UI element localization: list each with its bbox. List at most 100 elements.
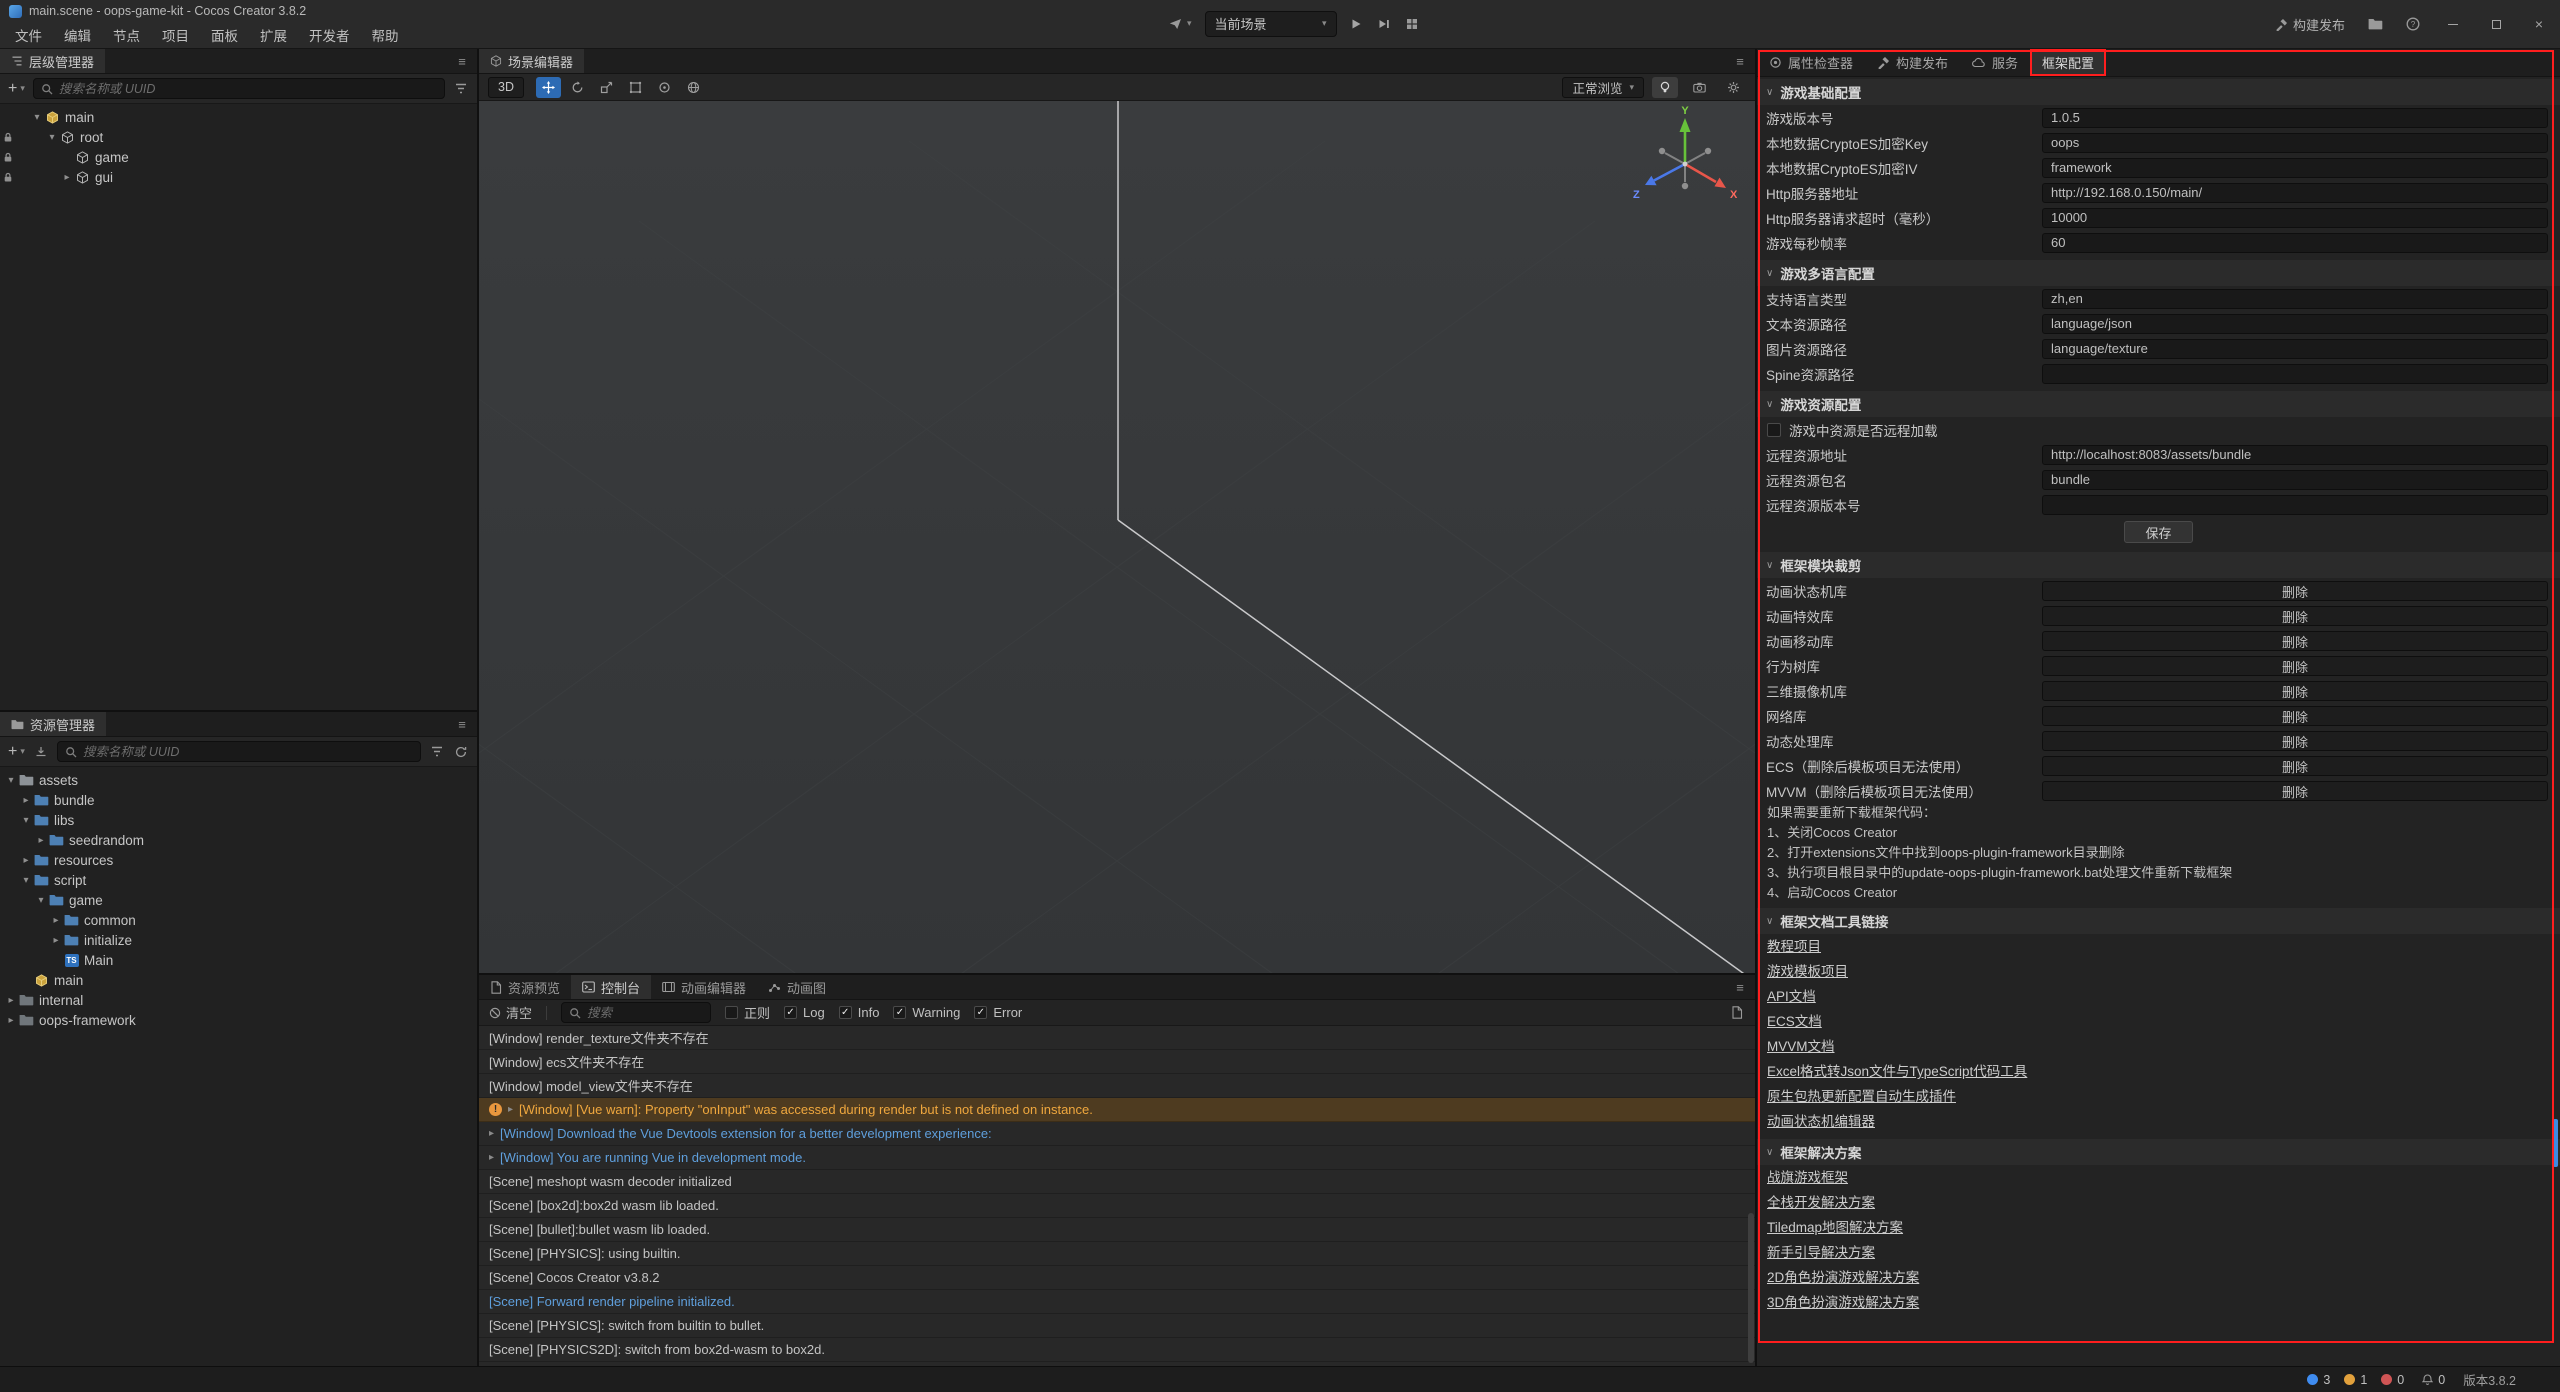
- hierarchy-searchbox[interactable]: [33, 78, 445, 99]
- section-header[interactable]: ∨框架模块裁剪: [1757, 552, 2560, 578]
- notification-bell[interactable]: 0: [2422, 1373, 2445, 1387]
- console-log-row[interactable]: [Scene] Cocos Creator v3.8.2: [479, 1266, 1755, 1290]
- chevron-right-icon[interactable]: ▸: [19, 795, 33, 806]
- console-log-row[interactable]: [Scene] [PHYSICS]: switch from builtin t…: [479, 1314, 1755, 1338]
- chevron-right-icon[interactable]: ▸: [19, 855, 33, 866]
- tab-animation-graph[interactable]: 动画图: [757, 975, 837, 999]
- console-log-row[interactable]: [Scene] meshopt wasm decoder initialized: [479, 1170, 1755, 1194]
- delete-button[interactable]: 删除: [2042, 731, 2548, 751]
- expand-arrow-icon[interactable]: ▸: [508, 1104, 513, 1115]
- inspector-scrollbar[interactable]: [2553, 1119, 2558, 1167]
- asset-node-script[interactable]: ▾script: [0, 870, 477, 890]
- scene-camera-button[interactable]: [1686, 77, 1712, 98]
- chevron-down-icon[interactable]: ▾: [19, 815, 33, 826]
- scale-tool-button[interactable]: [594, 77, 619, 98]
- chevron-down-icon[interactable]: ▾: [45, 132, 59, 143]
- console-log-row[interactable]: [Window] model_view文件夹不存在: [479, 1074, 1755, 1098]
- asset-node-assets[interactable]: ▾assets: [0, 770, 477, 790]
- section-header[interactable]: ∨框架文档工具链接: [1757, 908, 2560, 934]
- scene-selector-dropdown[interactable]: 当前场景 ▾: [1205, 11, 1337, 37]
- doc-link[interactable]: ECS文档: [1767, 1009, 1822, 1034]
- pivot-tool-button[interactable]: [652, 77, 677, 98]
- minimize-button[interactable]: [2440, 13, 2466, 35]
- section-header[interactable]: ∨框架解决方案: [1757, 1139, 2560, 1165]
- asset-node-seedrandom[interactable]: ▸seedrandom: [0, 830, 477, 850]
- chevron-right-icon[interactable]: ▸: [49, 935, 63, 946]
- console-log-row[interactable]: ▸[Window] Download the Vue Devtools exte…: [479, 1122, 1755, 1146]
- menu-project[interactable]: 项目: [151, 22, 200, 48]
- hierarchy-node-game[interactable]: game: [0, 147, 477, 167]
- console-log-row[interactable]: [Scene] [box2d]:box2d wasm lib loaded.: [479, 1194, 1755, 1218]
- asset-node-libs[interactable]: ▾libs: [0, 810, 477, 830]
- status-counter-0[interactable]: 3: [2307, 1373, 2330, 1387]
- chevron-down-icon[interactable]: ▾: [19, 875, 33, 886]
- layout-button[interactable]: [1403, 18, 1421, 30]
- doc-link[interactable]: 新手引导解决方案: [1767, 1240, 1875, 1265]
- delete-button[interactable]: 删除: [2042, 781, 2548, 801]
- hierarchy-node-root[interactable]: ▾root: [0, 127, 477, 147]
- chevron-right-icon[interactable]: ▸: [60, 172, 74, 183]
- hierarchy-filter-icon[interactable]: [453, 83, 469, 94]
- tab-animation-editor[interactable]: 动画编辑器: [651, 975, 757, 999]
- asset-node-common[interactable]: ▸common: [0, 910, 477, 930]
- open-project-folder-button[interactable]: [2365, 18, 2386, 30]
- field-input[interactable]: [2042, 339, 2548, 359]
- console-log-row[interactable]: [Scene] [bullet]:bullet wasm lib loaded.: [479, 1218, 1755, 1242]
- chevron-right-icon[interactable]: ▸: [4, 1015, 18, 1026]
- import-asset-icon[interactable]: [33, 746, 49, 758]
- doc-link[interactable]: 原生包热更新配置自动生成插件: [1767, 1084, 1956, 1109]
- doc-link[interactable]: 教程项目: [1767, 934, 1821, 959]
- status-counter-2[interactable]: 0: [2381, 1373, 2404, 1387]
- create-node-button[interactable]: +▾: [8, 80, 25, 98]
- delete-button[interactable]: 删除: [2042, 681, 2548, 701]
- filter-error[interactable]: ✓Error: [974, 1005, 1022, 1020]
- asset-node-main[interactable]: main: [0, 970, 477, 990]
- delete-button[interactable]: 删除: [2042, 606, 2548, 626]
- menu-edit[interactable]: 编辑: [53, 22, 102, 48]
- asset-node-internal[interactable]: ▸internal: [0, 990, 477, 1010]
- doc-link[interactable]: 战旗游戏框架: [1767, 1165, 1848, 1190]
- console-scrollbar[interactable]: [1748, 1213, 1754, 1363]
- field-input[interactable]: [2042, 495, 2548, 515]
- regex-checkbox[interactable]: 正则: [725, 1003, 770, 1022]
- chevron-right-icon[interactable]: ▸: [34, 835, 48, 846]
- lock-icon[interactable]: [3, 132, 16, 143]
- menu-extension[interactable]: 扩展: [249, 22, 298, 48]
- status-counter-1[interactable]: 1: [2344, 1373, 2367, 1387]
- preview-target-button[interactable]: ▾: [1166, 18, 1195, 30]
- hierarchy-search-input[interactable]: [59, 81, 437, 96]
- doc-link[interactable]: Excel格式转Json文件与TypeScript代码工具: [1767, 1059, 2027, 1084]
- menu-file[interactable]: 文件: [4, 22, 53, 48]
- menu-node[interactable]: 节点: [102, 22, 151, 48]
- hierarchy-node-gui[interactable]: ▸gui: [0, 167, 477, 187]
- checkbox[interactable]: [1767, 423, 1781, 437]
- expand-arrow-icon[interactable]: ▸: [489, 1128, 494, 1139]
- tab-assets-preview[interactable]: 资源预览: [479, 975, 571, 999]
- console-log-row[interactable]: ▸[Window] You are running Vue in develop…: [479, 1146, 1755, 1170]
- asset-node-oops-framework[interactable]: ▸oops-framework: [0, 1010, 477, 1030]
- assets-search-input[interactable]: [83, 744, 413, 759]
- assets-panel-menu-icon[interactable]: ≡: [447, 712, 477, 736]
- section-header[interactable]: ∨游戏基础配置: [1757, 79, 2560, 105]
- chevron-right-icon[interactable]: ▸: [49, 915, 63, 926]
- scene-settings-gear-icon[interactable]: [1720, 77, 1746, 98]
- doc-link[interactable]: API文档: [1767, 984, 1816, 1009]
- field-input[interactable]: [2042, 470, 2548, 490]
- asset-node-initialize[interactable]: ▸initialize: [0, 930, 477, 950]
- hierarchy-node-main[interactable]: ▾main: [0, 107, 477, 127]
- scene-panel-menu-icon[interactable]: ≡: [1725, 49, 1755, 73]
- scene-viewport[interactable]: Y X Z: [479, 101, 1755, 973]
- tab-framework-config[interactable]: 框架配置: [2030, 49, 2106, 76]
- mode-3d-button[interactable]: 3D: [488, 77, 524, 98]
- tab-assets[interactable]: 资源管理器: [0, 712, 106, 736]
- assets-searchbox[interactable]: [57, 741, 421, 762]
- console-log-row[interactable]: [Scene] [PHYSICS2D]: switch from box2d-w…: [479, 1338, 1755, 1362]
- chevron-down-icon[interactable]: ▾: [4, 775, 18, 786]
- expand-arrow-icon[interactable]: ▸: [489, 1152, 494, 1163]
- filter-warning[interactable]: ✓Warning: [893, 1005, 960, 1020]
- console-search-input[interactable]: [587, 1005, 703, 1020]
- field-input[interactable]: [2042, 133, 2548, 153]
- tab-scene-editor[interactable]: 场景编辑器: [479, 49, 584, 73]
- doc-link[interactable]: 动画状态机编辑器: [1767, 1109, 1875, 1134]
- filter-info[interactable]: ✓Info: [839, 1005, 880, 1020]
